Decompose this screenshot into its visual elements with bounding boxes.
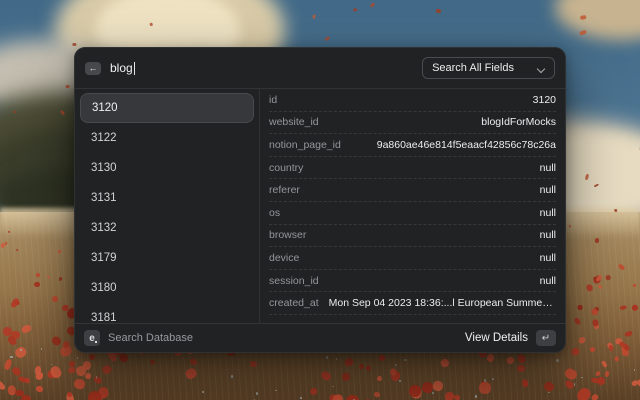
detail-value: null — [540, 229, 556, 241]
list-item[interactable]: 3180 — [80, 273, 254, 303]
results-list: 3120 3122 3130 3131 3132 3179 3180 3181 — [75, 89, 260, 323]
detail-value: null — [540, 207, 556, 219]
detail-row: country null — [269, 157, 556, 180]
detail-key: device — [269, 252, 299, 264]
detail-key: os — [269, 207, 280, 219]
back-button[interactable]: ← — [85, 62, 101, 75]
detail-key: country — [269, 162, 303, 174]
detail-value: null — [540, 252, 556, 264]
enter-key-icon: ↵ — [536, 330, 556, 346]
detail-key: created_at — [269, 297, 319, 309]
detail-row: session_id null — [269, 270, 556, 293]
view-details-label: View Details — [465, 332, 528, 344]
extension-icon: e — [84, 330, 100, 346]
extension-glyph: e — [89, 333, 95, 344]
detail-key: website_id — [269, 116, 319, 128]
detail-key: id — [269, 94, 277, 106]
list-item[interactable]: 3179 — [80, 243, 254, 273]
detail-value: null — [540, 275, 556, 287]
list-item[interactable]: 3120 — [80, 93, 254, 123]
chevron-down-icon — [538, 64, 545, 71]
search-window: ← blog Search All Fields 3120 3122 3130 … — [74, 47, 566, 353]
detail-row: browser null — [269, 225, 556, 248]
detail-row: referer null — [269, 179, 556, 202]
action-bar: e Search Database View Details ↵ — [75, 323, 565, 352]
window-body: 3120 3122 3130 3131 3132 3179 3180 3181 … — [75, 89, 565, 323]
details-panel: id 3120 website_id blogIdForMocks notion… — [260, 89, 565, 323]
detail-row: device null — [269, 247, 556, 270]
detail-row: website_id blogIdForMocks — [269, 112, 556, 135]
search-query-text: blog — [110, 61, 133, 75]
back-arrow-icon: ← — [89, 62, 98, 75]
detail-key: session_id — [269, 275, 319, 287]
detail-row: notion_page_id 9a860ae46e814f5eaacf42856… — [269, 134, 556, 157]
search-bar: ← blog Search All Fields — [75, 48, 565, 89]
search-input[interactable]: blog — [110, 61, 135, 75]
detail-value: 9a860ae46e814f5eaacf42856c78c26a — [377, 139, 556, 151]
detail-value: Mon Sep 04 2023 18:36:...l European Summ… — [329, 297, 556, 309]
detail-value: 3120 — [533, 94, 556, 106]
list-item[interactable]: 3181 — [80, 303, 254, 323]
list-item[interactable]: 3130 — [80, 153, 254, 183]
search-scope-dropdown[interactable]: Search All Fields — [422, 57, 555, 79]
search-scope-label: Search All Fields — [432, 62, 514, 74]
detail-key: referer — [269, 184, 300, 196]
primary-action[interactable]: View Details ↵ — [465, 330, 556, 346]
footer-source-label: Search Database — [108, 332, 193, 344]
list-item[interactable]: 3132 — [80, 213, 254, 243]
detail-value: blogIdForMocks — [481, 116, 556, 128]
detail-key: browser — [269, 229, 306, 241]
detail-row: os null — [269, 202, 556, 225]
list-item[interactable]: 3131 — [80, 183, 254, 213]
list-item[interactable]: 3122 — [80, 123, 254, 153]
detail-row: id 3120 — [269, 89, 556, 112]
detail-row: created_at Mon Sep 04 2023 18:36:...l Eu… — [269, 292, 556, 315]
detail-value: null — [540, 162, 556, 174]
text-caret — [134, 62, 135, 75]
detail-key: notion_page_id — [269, 139, 341, 151]
detail-value: null — [540, 184, 556, 196]
